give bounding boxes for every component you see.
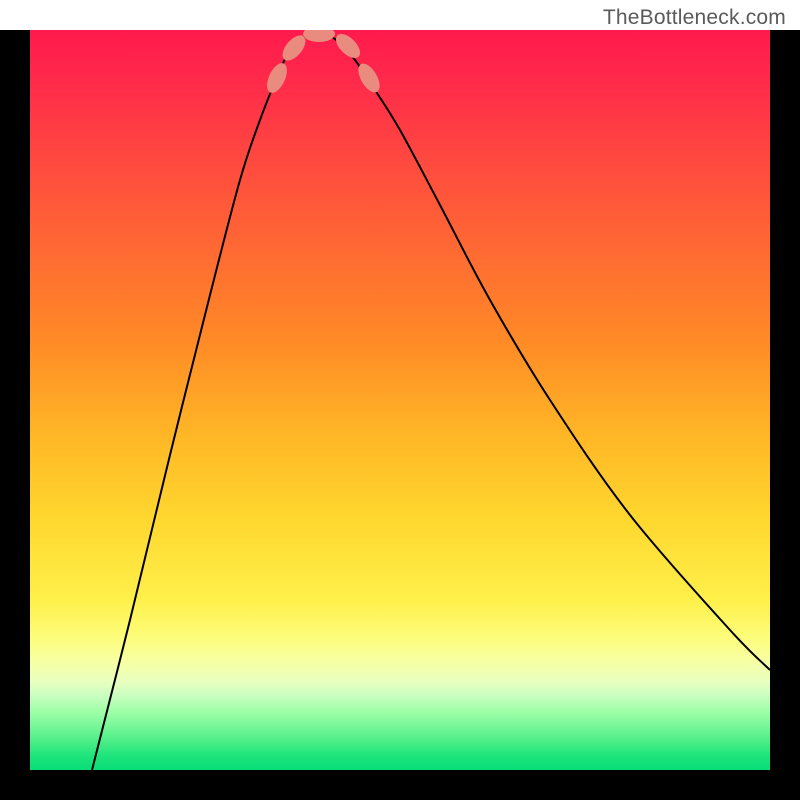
- chart-frame: [0, 30, 800, 800]
- plot-area: [30, 30, 770, 770]
- marker-3: [303, 30, 335, 42]
- marker-1: [263, 60, 291, 96]
- curve-layer: [30, 30, 770, 770]
- bottleneck-curve: [92, 33, 770, 770]
- marker-group: [263, 30, 384, 96]
- marker-4: [332, 30, 365, 62]
- watermark-text: TheBottleneck.com: [603, 6, 786, 30]
